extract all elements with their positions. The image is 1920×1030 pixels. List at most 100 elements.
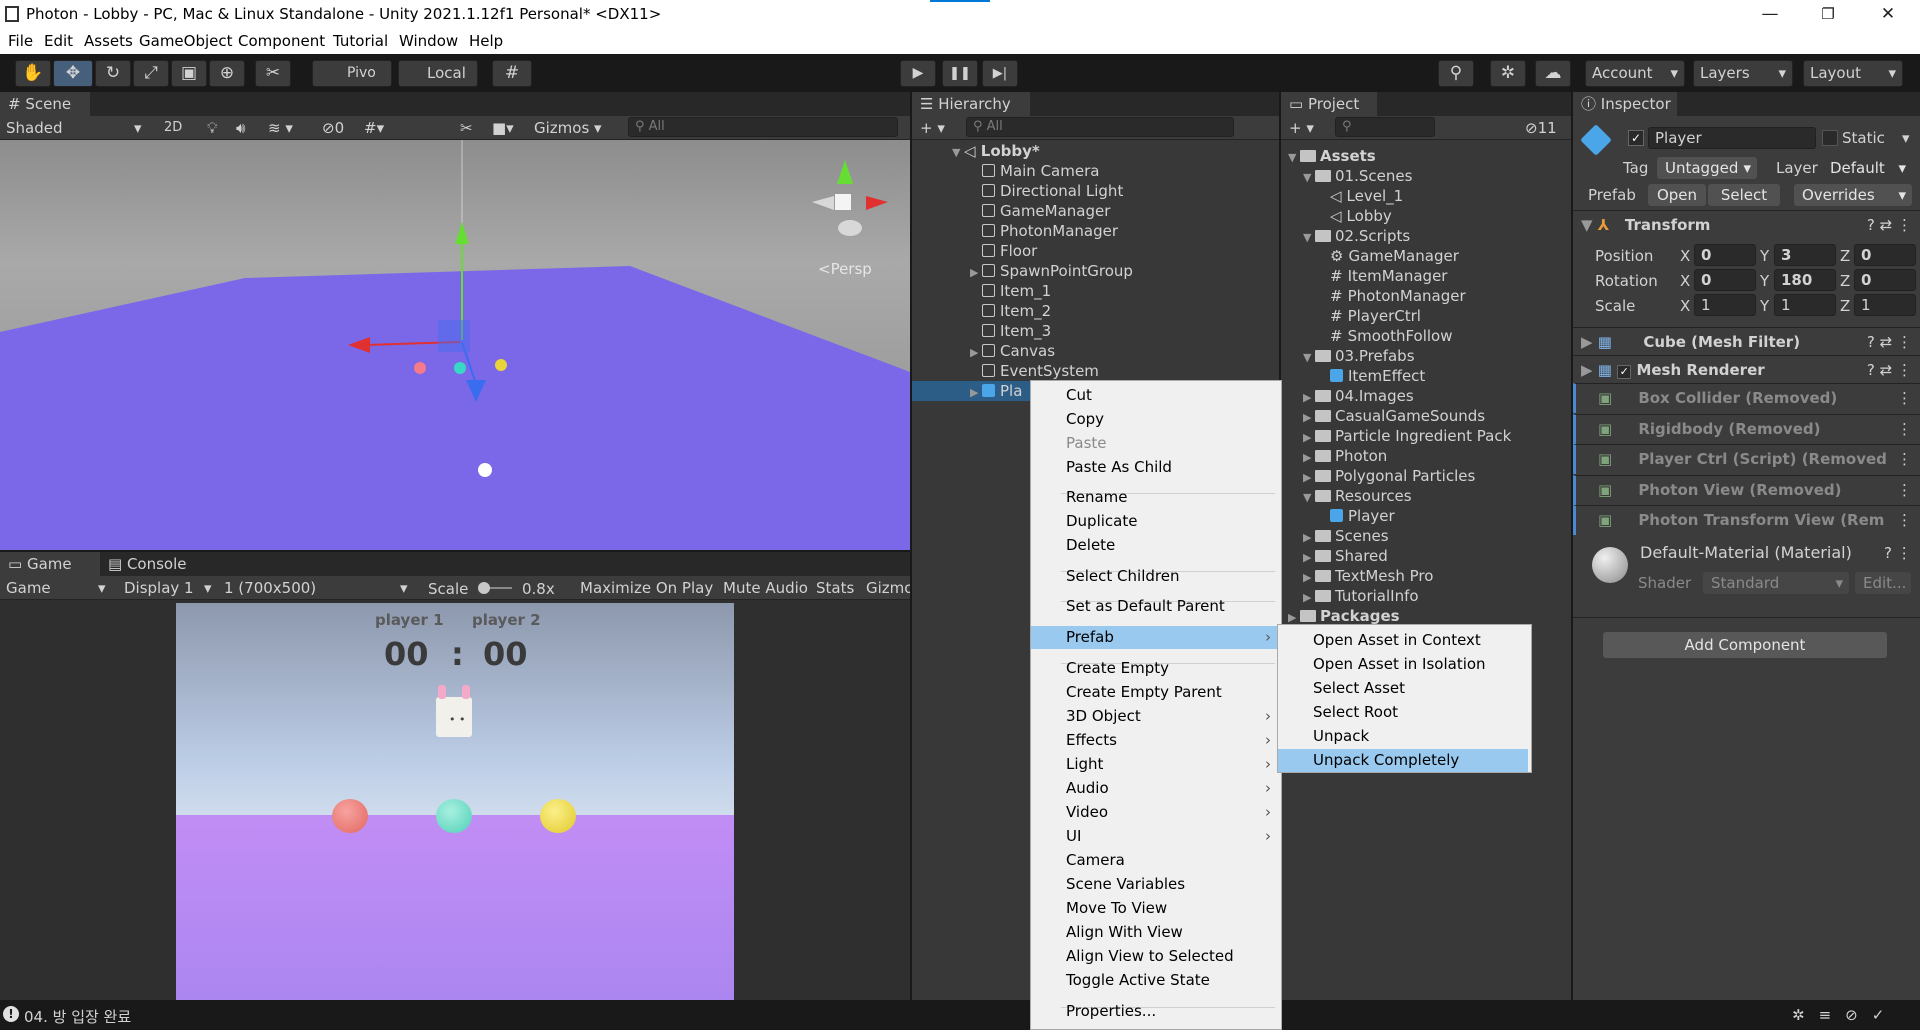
tab-hierarchy[interactable]: ☰ Hierarchy: [912, 92, 1030, 116]
project-search-input[interactable]: ⚲: [1335, 117, 1435, 137]
grid-snap-icon[interactable]: #: [492, 60, 532, 87]
object-name-field[interactable]: Player: [1648, 127, 1816, 149]
project-folder[interactable]: ▶ TutorialInfo: [1303, 586, 1419, 606]
menu-edit[interactable]: Edit: [44, 32, 73, 50]
context-menu-item[interactable]: Delete: [1031, 534, 1281, 557]
project-folder[interactable]: ▶ Particle Ingredient Pack: [1303, 426, 1511, 446]
transform-header[interactable]: ▼ ⅄ Transform? ⇄ ⋮: [1573, 210, 1920, 240]
rotate-tool-icon[interactable]: ↻: [95, 60, 131, 87]
context-menu-item[interactable]: 3D Object ›: [1031, 705, 1281, 728]
context-menu-item[interactable]: Align With View: [1031, 921, 1281, 944]
menu-assets[interactable]: Assets: [84, 32, 133, 50]
submenu-item[interactable]: Unpack Completely: [1278, 749, 1528, 772]
scene-search-input[interactable]: ⚲ All: [628, 117, 898, 137]
rect-tool-icon[interactable]: ▣: [171, 60, 207, 87]
project-asset[interactable]: # ItemManager: [1318, 266, 1447, 286]
hierarchy-item[interactable]: PhotonManager: [970, 221, 1270, 241]
static-checkbox[interactable]: [1822, 130, 1838, 146]
game-gizmos-toggle[interactable]: Gizmo: [866, 578, 910, 598]
project-folder[interactable]: ▼ 02.Scripts: [1303, 226, 1410, 246]
tab-scene[interactable]: # Scene: [0, 92, 90, 116]
hierarchy-item[interactable]: ▶ Pla: [912, 381, 1032, 401]
mesh-renderer-checkbox[interactable]: ✓: [1617, 365, 1632, 379]
removed-component-header[interactable]: ▣ Photon View (Removed) ⋮: [1573, 474, 1920, 505]
project-folder[interactable]: ▼ Resources: [1303, 486, 1412, 506]
context-menu-item[interactable]: Properties...: [1031, 1000, 1281, 1023]
menu-window[interactable]: Window: [399, 32, 458, 50]
transform-pos-x-field[interactable]: 0: [1694, 244, 1756, 266]
custom-tool-icon[interactable]: ✂: [255, 60, 291, 87]
project-folder[interactable]: ▶ 04.Images: [1303, 386, 1414, 406]
prefab-overrides-dropdown[interactable]: Overrides ▾: [1794, 184, 1912, 206]
transform-pos-y-field[interactable]: 3: [1774, 244, 1836, 266]
context-menu-item[interactable]: Create Empty Parent: [1031, 681, 1281, 704]
hierarchy-item[interactable]: Item_3: [970, 321, 1270, 341]
project-folder[interactable]: ▼ Assets: [1288, 146, 1376, 166]
project-asset[interactable]: # PhotonManager: [1318, 286, 1466, 306]
scene-viewport[interactable]: <Persp: [0, 140, 910, 550]
game-viewport[interactable]: player 1 player 2 00 : 00 • •: [176, 603, 734, 1000]
hierarchy-item[interactable]: Directional Light: [970, 181, 1270, 201]
context-menu-item[interactable]: Select Children: [1031, 565, 1281, 588]
transform-tool-icon[interactable]: ⊕: [209, 60, 245, 87]
move-tool-icon[interactable]: ✥: [53, 60, 93, 87]
project-asset[interactable]: # PlayerCtrl: [1318, 306, 1421, 326]
context-menu-item[interactable]: UI ›: [1031, 825, 1281, 848]
context-menu-item[interactable]: Audio ›: [1031, 777, 1281, 800]
tools-icon[interactable]: ✂: [460, 118, 473, 138]
context-menu-item[interactable]: Rename: [1031, 486, 1281, 509]
project-folder[interactable]: ▶ CasualGameSounds: [1303, 406, 1485, 426]
menu-tutorial[interactable]: Tutorial: [333, 32, 388, 50]
mode-2d-button[interactable]: 2D: [164, 118, 182, 138]
context-menu-item[interactable]: Prefab ›: [1031, 626, 1281, 649]
resolution-dropdown[interactable]: 1 (700x500) ▾: [224, 578, 414, 598]
effects-icon[interactable]: ≋ ▾: [268, 118, 293, 138]
project-folder[interactable]: ▶ Photon: [1303, 446, 1387, 466]
context-menu-item[interactable]: Create Empty: [1031, 657, 1281, 680]
layers-dropdown[interactable]: Layers ▾: [1693, 60, 1793, 87]
project-folder[interactable]: ▶ Scenes: [1303, 526, 1389, 546]
audio-icon[interactable]: 🔊︎: [236, 118, 245, 138]
cloud-icon[interactable]: ☁: [1535, 60, 1571, 87]
project-asset[interactable]: # SmoothFollow: [1318, 326, 1453, 346]
transform-scl-x-field[interactable]: 1: [1694, 294, 1756, 316]
project-asset[interactable]: ItemEffect: [1318, 366, 1425, 386]
active-checkbox[interactable]: ✓: [1628, 130, 1644, 146]
tab-project[interactable]: ▭ Project: [1281, 92, 1377, 116]
hierarchy-item[interactable]: GameManager: [970, 201, 1270, 221]
add-component-button[interactable]: Add Component: [1603, 632, 1887, 658]
submenu-item[interactable]: Unpack: [1278, 725, 1528, 748]
hierarchy-item[interactable]: ▶ SpawnPointGroup: [970, 261, 1270, 281]
static-chevron-icon[interactable]: ▾: [1902, 128, 1910, 148]
scale-tool-icon[interactable]: ⤢: [133, 60, 169, 87]
transform-rot-y-field[interactable]: 180: [1774, 269, 1836, 291]
shader-dropdown[interactable]: Standard ▾: [1703, 572, 1849, 594]
removed-component-header[interactable]: ▣ Photon Transform View (Rem ⋮: [1573, 505, 1920, 535]
project-folder[interactable]: ▶ Polygonal Particles: [1303, 466, 1475, 486]
transform-rot-x-field[interactable]: 0: [1694, 269, 1756, 291]
shader-edit-button[interactable]: Edit...: [1855, 572, 1911, 594]
project-folder[interactable]: ▼ 03.Prefabs: [1303, 346, 1415, 366]
scene-orientation-gizmo[interactable]: [812, 160, 888, 236]
project-add-button[interactable]: + ▾: [1289, 118, 1314, 138]
lighting-icon[interactable]: 💡︎: [207, 118, 218, 138]
project-asset[interactable]: Player: [1318, 506, 1395, 526]
project-folder[interactable]: ▼ 01.Scenes: [1303, 166, 1412, 186]
context-menu-item[interactable]: Move To View: [1031, 897, 1281, 920]
menu-file[interactable]: File: [8, 32, 33, 50]
local-toggle[interactable]: Local: [398, 60, 478, 87]
hierarchy-root-scene[interactable]: ▼ ◁ Lobby*: [952, 141, 1272, 161]
context-menu-item[interactable]: Scene Variables: [1031, 873, 1281, 896]
play-button[interactable]: ▶: [900, 60, 936, 87]
hierarchy-item[interactable]: EventSystem: [970, 361, 1270, 381]
move-handle-y-arrow[interactable]: [455, 222, 469, 244]
prefab-select-button[interactable]: Select: [1708, 184, 1780, 206]
context-menu-item[interactable]: Set as Default Parent: [1031, 595, 1281, 618]
camera-icon[interactable]: ■▾: [492, 118, 514, 138]
hand-tool-icon[interactable]: ✋: [15, 60, 51, 87]
layout-dropdown[interactable]: Layout ▾: [1803, 60, 1903, 87]
stats-toggle[interactable]: Stats: [816, 578, 854, 598]
maximize-button[interactable]: ❐: [1800, 0, 1856, 30]
search-icon[interactable]: ⚲: [1438, 60, 1474, 87]
shading-dropdown[interactable]: Shaded ▾: [6, 118, 146, 138]
